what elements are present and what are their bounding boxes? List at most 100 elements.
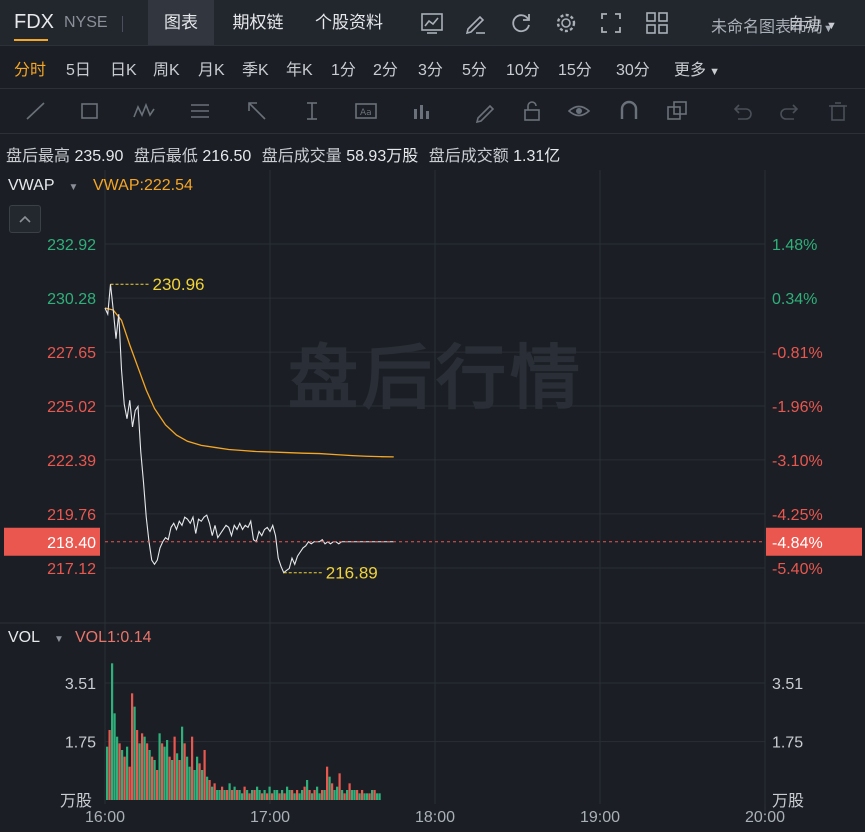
volume-bar: [251, 790, 254, 800]
volume-bar: [313, 790, 316, 800]
volume-bar: [108, 730, 111, 800]
vwap-value: VWAP:222.54: [93, 177, 193, 194]
volume-bar: [358, 793, 361, 800]
volume-bar: [286, 786, 289, 800]
volume-bar: [331, 783, 334, 800]
volume-bar: [116, 736, 119, 800]
price-line: [104, 284, 394, 574]
volume-bar: [376, 793, 379, 800]
x-tick-label: 19:00: [580, 809, 620, 826]
volume-bar: [246, 790, 249, 800]
volume-bar: [106, 746, 109, 800]
volume-bar: [253, 790, 256, 800]
x-tick-label: 20:00: [745, 809, 785, 826]
x-tick-label: 16:00: [85, 809, 125, 826]
low-marker-label: 216.89: [326, 564, 378, 583]
volume-bar: [168, 756, 171, 800]
chevron-up-icon: [19, 215, 31, 223]
volume-bar: [186, 756, 189, 800]
volume-bar: [178, 760, 181, 800]
volume-bar: [326, 766, 329, 800]
volume-bar: [318, 793, 321, 800]
volume-bar: [291, 790, 294, 800]
volume-bar: [303, 786, 306, 800]
volume-bar: [301, 790, 304, 800]
pct-tick-label: 1.48%: [772, 237, 817, 254]
volume-bar: [118, 743, 121, 800]
volume-bar: [136, 730, 139, 800]
vwap-indicator-name: VWAP: [8, 177, 55, 194]
volume-bar: [133, 706, 136, 800]
volume-bar: [196, 756, 199, 800]
current-pct-label: -4.84%: [772, 535, 823, 552]
y-tick-label: 225.02: [47, 399, 96, 416]
volume-bar: [373, 790, 376, 800]
pct-tick-label: -0.81%: [772, 345, 823, 362]
volume-bar: [188, 766, 191, 800]
volume-bar: [161, 743, 164, 800]
volume-bar: [143, 736, 146, 800]
caret-down-icon: ▼: [68, 182, 79, 193]
volume-bar: [176, 753, 179, 800]
volume-bar: [166, 740, 169, 800]
volume-bar: [308, 790, 311, 800]
y-tick-label: 217.12: [47, 561, 96, 578]
x-tick-label: 18:00: [415, 809, 455, 826]
volume-bar: [221, 786, 224, 800]
volume-bar: [311, 793, 314, 800]
volume-bar: [111, 663, 114, 800]
volume-bar: [321, 790, 324, 800]
price-chart[interactable]: 16:00 17:00 18:00 19:00 20:00 232.92 1.48% 230.…: [0, 0, 865, 832]
vol-value: VOL1:0.14: [75, 629, 152, 646]
volume-bar: [228, 783, 231, 800]
volume-bar: [191, 736, 194, 800]
volume-bar: [341, 790, 344, 800]
volume-bar: [198, 763, 201, 800]
volume-bar: [171, 760, 174, 800]
volume-bar: [151, 756, 154, 800]
volume-bar: [323, 790, 326, 800]
volume-bar: [276, 790, 279, 800]
volume-bar: [298, 793, 301, 800]
collapse-button[interactable]: [9, 205, 41, 233]
volume-bar: [293, 793, 296, 800]
volume-bar: [361, 790, 364, 800]
volume-bar: [363, 793, 366, 800]
y-tick-label: 232.92: [47, 237, 96, 254]
vol-tick-label: 3.51: [65, 676, 96, 693]
volume-bar: [343, 793, 346, 800]
volume-bar: [121, 750, 124, 800]
volume-bar: [273, 790, 276, 800]
volume-bar: [241, 793, 244, 800]
vwap-indicator-selector[interactable]: VWAP ▼: [8, 177, 78, 195]
vwap-line: [104, 307, 394, 458]
pct-tick-label: -3.10%: [772, 453, 823, 470]
volume-bar: [371, 790, 374, 800]
vol-unit-label: 万股: [60, 792, 92, 810]
vol-tick-label-right: 1.75: [772, 735, 803, 752]
x-tick-label: 17:00: [250, 809, 290, 826]
vol-indicator-selector[interactable]: VOL ▼: [8, 629, 64, 647]
volume-bar: [183, 743, 186, 800]
volume-bar: [138, 743, 141, 800]
y-tick-label: 230.28: [47, 291, 96, 308]
volume-bar: [243, 786, 246, 800]
volume-bar: [128, 766, 131, 800]
volume-bar: [333, 790, 336, 800]
vol-tick-label-right: 3.51: [772, 676, 803, 693]
volume-bar: [346, 790, 349, 800]
volume-bar: [348, 783, 351, 800]
volume-bar: [271, 793, 274, 800]
volume-bar: [211, 786, 214, 800]
volume-bar: [238, 790, 241, 800]
volume-bar: [141, 733, 144, 800]
volume-bar: [356, 790, 359, 800]
volume-bar: [223, 790, 226, 800]
volume-bar: [366, 793, 369, 800]
volume-bar: [278, 793, 281, 800]
volume-bar: [163, 746, 166, 800]
volume-bar: [153, 760, 156, 800]
volume-bar: [148, 750, 151, 800]
volume-bar: [123, 756, 126, 800]
y-tick-label: 227.65: [47, 345, 96, 362]
